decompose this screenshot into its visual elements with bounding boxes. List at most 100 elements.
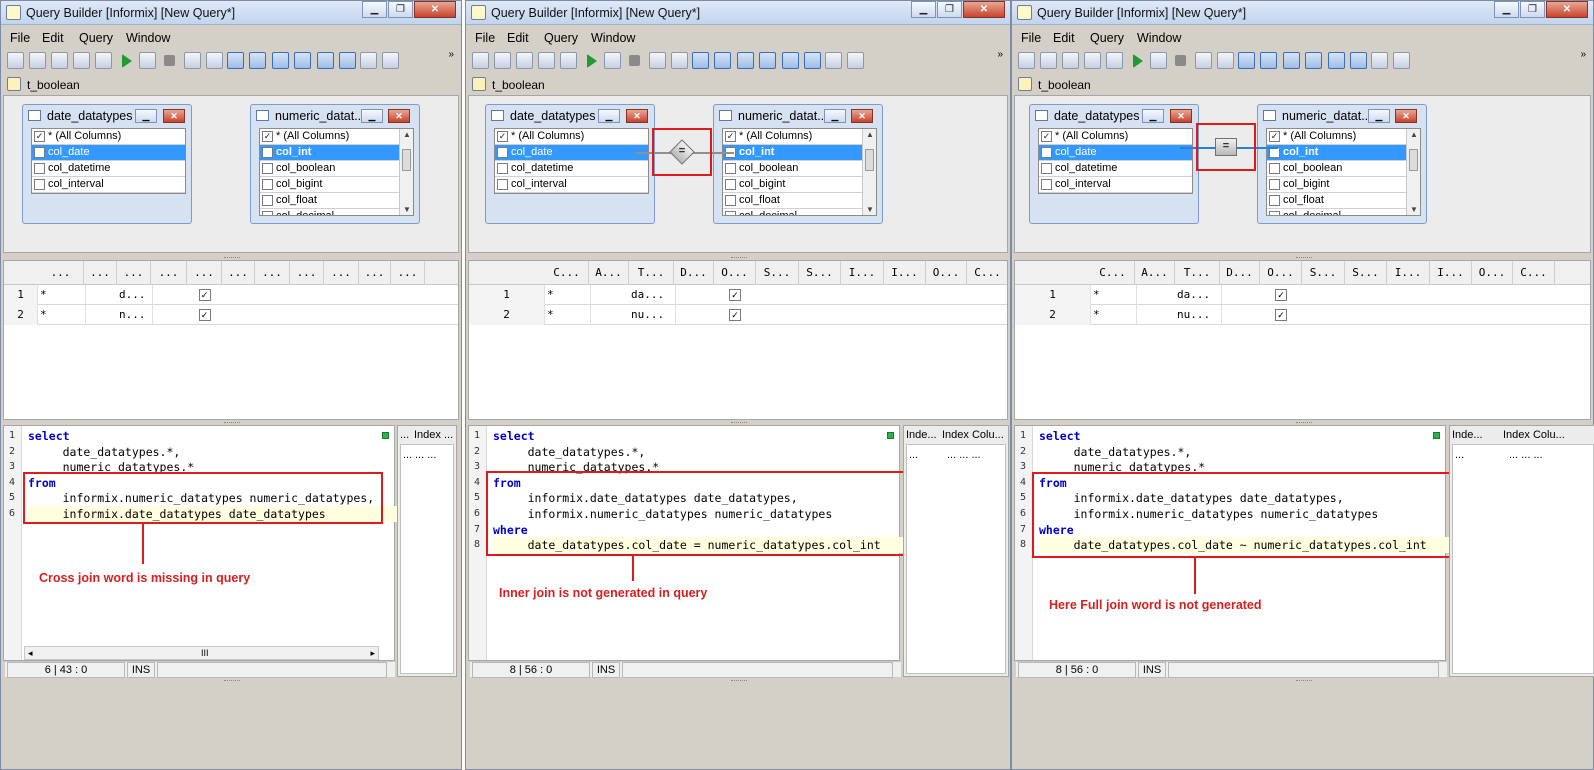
run-to-cursor-icon[interactable] — [1150, 52, 1167, 69]
grid-column-header[interactable]: C... — [1091, 261, 1135, 285]
diagram-pane[interactable]: date_datatypes ▁ ✕ ✓ * (All Columns) col_date… — [3, 95, 459, 253]
table-header[interactable]: date_datatypes ▁ ✕ — [486, 105, 654, 127]
query-icon[interactable] — [804, 52, 821, 69]
column-checkbox[interactable] — [1269, 195, 1280, 206]
table-icon[interactable] — [1328, 52, 1345, 69]
column-item[interactable]: col_bigint — [723, 177, 876, 193]
column-checkbox[interactable] — [1041, 179, 1052, 190]
grid-column-header[interactable]: T... — [1175, 261, 1220, 285]
criteria-grid[interactable]: C... A... T... D... O... S... S... I... I... O...… — [1014, 260, 1591, 420]
properties-icon[interactable] — [382, 52, 399, 69]
export-icon[interactable] — [1106, 52, 1123, 69]
diagram-pane[interactable]: date_datatypes ▁ ✕ ✓ * (All Columns) col_date… — [468, 95, 1008, 253]
column-checkbox[interactable] — [34, 163, 45, 174]
menu-edit[interactable]: Edit — [507, 31, 529, 45]
column-checkbox[interactable] — [262, 163, 273, 174]
grid-row[interactable]: 2 * nu... ✓ — [1015, 305, 1590, 325]
previous-icon[interactable] — [184, 52, 201, 69]
grid-pane-icon[interactable] — [714, 52, 731, 69]
menu-edit[interactable]: Edit — [1053, 31, 1075, 45]
column-item[interactable]: col_decimal — [1267, 209, 1420, 215]
sql-pane-icon[interactable] — [1283, 52, 1300, 69]
column-checkbox[interactable]: ✓ — [1041, 131, 1052, 142]
code-line[interactable]: date_datatypes.*, — [28, 444, 181, 460]
maximize-button[interactable]: ❐ — [1520, 1, 1545, 18]
grid-column-header[interactable]: ... — [117, 261, 151, 285]
code-line[interactable]: select — [1039, 428, 1081, 444]
run-icon[interactable] — [587, 54, 597, 68]
results-pane-icon[interactable] — [294, 52, 311, 69]
column-item[interactable]: col_decimal — [723, 209, 876, 215]
column-list[interactable]: ✓ * (All Columns) col_date col_datetime col_… — [494, 128, 649, 194]
sql-editor[interactable]: 1 select 2 date_datatypes.*, 3 numeric_data… — [3, 425, 404, 661]
table-minimize-button[interactable]: ▁ — [1142, 109, 1164, 123]
minimize-button[interactable]: ▁ — [1494, 1, 1519, 18]
table-header[interactable]: numeric_datat... ▁ ✕ — [251, 105, 419, 127]
column-list-scrollbar[interactable]: ▲ ▼ — [862, 129, 876, 215]
table-box-left_table[interactable]: date_datatypes ▁ ✕ ✓ * (All Columns) col_date… — [1029, 104, 1199, 224]
grid-column-header[interactable]: C... — [545, 261, 589, 285]
stop-icon[interactable] — [629, 55, 640, 66]
scroll-up-icon[interactable]: ▲ — [1410, 130, 1418, 139]
properties-icon[interactable] — [1393, 52, 1410, 69]
column-checkbox[interactable] — [497, 147, 508, 158]
grid-cell-table[interactable]: da... — [631, 285, 676, 305]
column-checkbox[interactable]: ✓ — [1269, 131, 1280, 142]
grid-row[interactable]: 2 * n... ✓ — [4, 305, 458, 325]
grid-cell-column[interactable]: * — [1093, 285, 1137, 305]
maximize-button[interactable]: ❐ — [937, 1, 962, 18]
column-item[interactable]: col_decimal — [260, 209, 413, 215]
grid-column-header[interactable]: ... — [290, 261, 324, 285]
grid-cell-table[interactable]: d... — [119, 285, 153, 305]
clear-icon[interactable] — [825, 52, 842, 69]
grid-column-header[interactable]: ... — [38, 261, 84, 285]
query-icon[interactable] — [339, 52, 356, 69]
index-list[interactable]: ...... ... — [400, 444, 454, 674]
table-minimize-button[interactable]: ▁ — [135, 109, 157, 123]
scroll-thumb[interactable] — [1409, 149, 1418, 171]
column-list[interactable]: ✓ * (All Columns) col_int col_boolean col_bi… — [1266, 128, 1421, 216]
grid-column-header[interactable]: I... — [1430, 261, 1472, 285]
criteria-grid[interactable]: C... A... T... D... O... S... S... I... I... O...… — [468, 260, 1009, 420]
export-icon[interactable] — [560, 52, 577, 69]
menu-query[interactable]: Query — [544, 31, 578, 45]
column-checkbox[interactable] — [1041, 163, 1052, 174]
column-checkbox[interactable] — [497, 179, 508, 190]
table-minimize-button[interactable]: ▁ — [824, 109, 846, 123]
index-list[interactable]: ... ... ... ... — [1452, 444, 1594, 674]
column-item[interactable]: col_interval — [32, 177, 185, 193]
table-box-right_table[interactable]: numeric_datat... ▁ ✕ ✓ * (All Columns) col_in… — [1257, 104, 1427, 224]
scroll-down-icon[interactable]: ▼ — [1410, 205, 1418, 214]
table-close-button[interactable]: ✕ — [626, 109, 648, 123]
menu-query[interactable]: Query — [1090, 31, 1124, 45]
column-item[interactable]: col_int — [723, 145, 876, 161]
run-icon[interactable] — [122, 54, 132, 68]
column-list-scrollbar[interactable]: ▲ ▼ — [399, 129, 413, 215]
toolbar-overflow[interactable]: » — [997, 49, 1003, 60]
column-item[interactable]: col_interval — [1039, 177, 1192, 193]
grid-column-header[interactable]: ... — [391, 261, 425, 285]
table-close-button[interactable]: ✕ — [1395, 109, 1417, 123]
sql-pane-icon[interactable] — [737, 52, 754, 69]
column-item[interactable]: col_float — [1267, 193, 1420, 209]
column-checkbox[interactable]: ✓ — [262, 131, 273, 142]
column-list[interactable]: ✓ * (All Columns) col_int col_boolean col_bi… — [722, 128, 877, 216]
diagram-pane-icon[interactable] — [692, 52, 709, 69]
title-bar[interactable]: Query Builder [Informix] [New Query*] ▁ ❐ ✕ — [1, 1, 461, 25]
grid-column-header[interactable]: ... — [324, 261, 359, 285]
grid-row[interactable]: 1 * da... ✓ — [1015, 285, 1590, 305]
grid-row[interactable]: 1 * da... ✓ — [469, 285, 1007, 305]
grid-column-header[interactable]: O... — [714, 261, 756, 285]
column-item[interactable]: col_datetime — [32, 161, 185, 177]
previous-icon[interactable] — [1195, 52, 1212, 69]
column-item[interactable]: col_interval — [495, 177, 648, 193]
grid-column-header[interactable]: O... — [926, 261, 967, 285]
column-item[interactable]: col_datetime — [1039, 161, 1192, 177]
table-close-button[interactable]: ✕ — [388, 109, 410, 123]
column-checkbox[interactable] — [725, 195, 736, 206]
run-icon[interactable] — [1133, 54, 1143, 68]
column-checkbox[interactable] — [1269, 179, 1280, 190]
column-item[interactable]: col_float — [723, 193, 876, 209]
grid-column-header[interactable]: I... — [884, 261, 926, 285]
menu-file[interactable]: File — [1021, 31, 1041, 45]
